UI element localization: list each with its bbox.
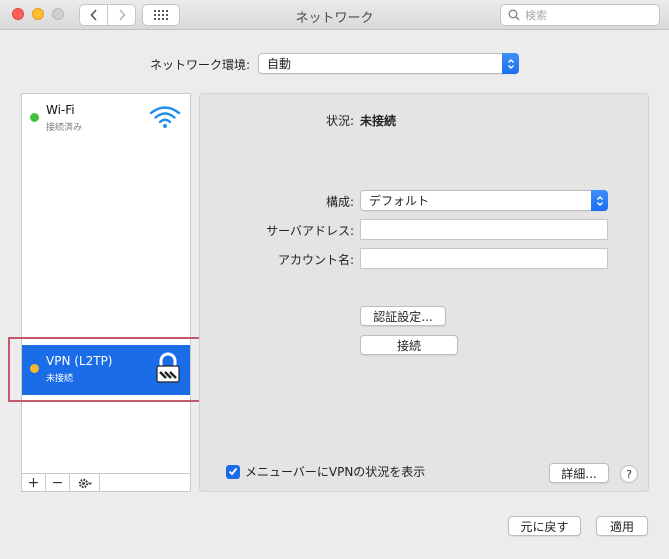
search-icon bbox=[508, 9, 520, 21]
detail-panel bbox=[199, 93, 649, 492]
location-value: 自動 bbox=[267, 57, 292, 71]
service-list: Wi-Fi 接続済み VPN (L2TP) 未接続 + − bbox=[21, 93, 191, 492]
connect-button[interactable]: 接続 bbox=[360, 335, 458, 355]
server-address-field[interactable] bbox=[360, 219, 608, 240]
status-label: 状況: bbox=[326, 114, 355, 128]
configuration-value: デフォルト bbox=[369, 194, 430, 208]
location-label: ネットワーク環境: bbox=[150, 58, 251, 72]
status-value: 未接続 bbox=[360, 114, 397, 128]
up-down-arrows-icon bbox=[507, 58, 514, 69]
select-stepper bbox=[591, 190, 608, 211]
selection-highlight-box bbox=[8, 337, 204, 402]
apply-button[interactable]: 適用 bbox=[596, 516, 648, 536]
configuration-label: 構成: bbox=[325, 195, 354, 209]
service-status: 接続済み bbox=[46, 123, 83, 133]
add-service-button[interactable]: + bbox=[22, 474, 46, 492]
up-down-arrows-icon bbox=[596, 195, 603, 206]
wifi-icon bbox=[149, 106, 181, 128]
configuration-select[interactable]: デフォルト bbox=[360, 190, 608, 211]
show-vpn-status-label: メニューバーにVPNの状況を表示 bbox=[245, 465, 426, 479]
remove-service-button[interactable]: − bbox=[46, 474, 70, 492]
show-vpn-status-option[interactable]: メニューバーにVPNの状況を表示 bbox=[226, 463, 425, 480]
advanced-button[interactable]: 詳細... bbox=[549, 463, 609, 483]
search-input[interactable] bbox=[525, 8, 645, 22]
revert-button[interactable]: 元に戻す bbox=[508, 516, 581, 536]
status-dot bbox=[30, 113, 39, 122]
checkmark-icon bbox=[228, 467, 238, 476]
service-list-toolbar: + − bbox=[22, 473, 190, 492]
account-name-field[interactable] bbox=[360, 248, 608, 269]
location-select[interactable]: 自動 bbox=[258, 53, 519, 74]
select-stepper bbox=[502, 53, 519, 74]
server-address-label: サーバアドレス: bbox=[266, 224, 354, 238]
title-bar: ネットワーク bbox=[0, 0, 669, 30]
help-button[interactable]: ? bbox=[620, 465, 638, 483]
service-item-wifi[interactable]: Wi-Fi 接続済み bbox=[22, 100, 190, 150]
action-menu-button[interactable] bbox=[70, 474, 100, 492]
service-name: Wi-Fi bbox=[46, 103, 75, 117]
account-name-label: アカウント名: bbox=[277, 253, 354, 267]
search-box[interactable] bbox=[500, 4, 660, 26]
authentication-settings-button[interactable]: 認証設定... bbox=[360, 306, 446, 326]
show-vpn-status-checkbox[interactable] bbox=[226, 464, 240, 479]
gear-icon bbox=[78, 478, 92, 488]
